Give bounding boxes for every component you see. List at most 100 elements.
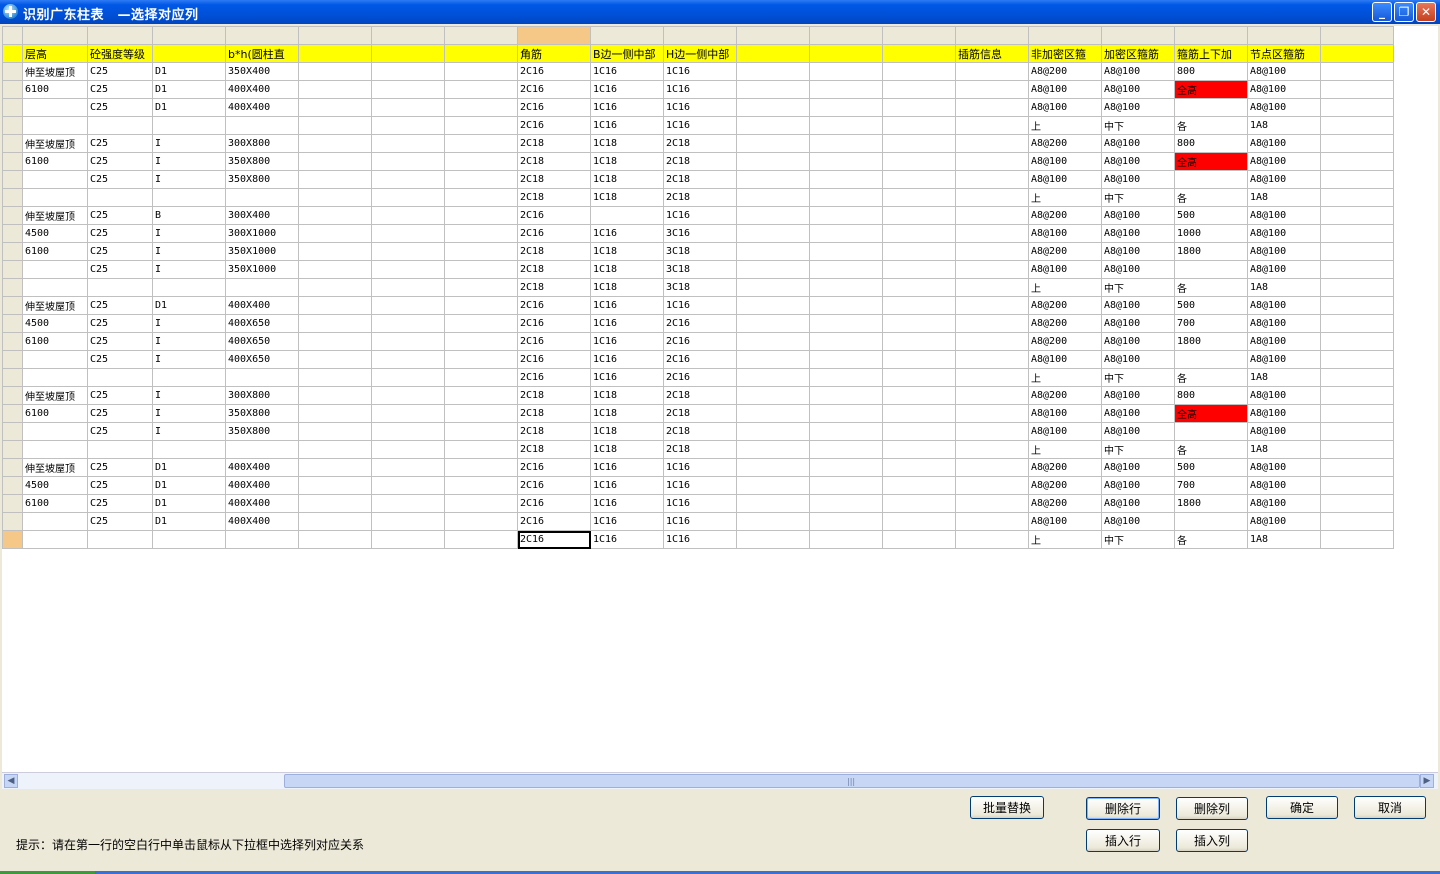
grid-cell[interactable] [444, 494, 518, 513]
grid-cell[interactable] [371, 134, 445, 153]
grid-cell[interactable]: A8@100 [1247, 386, 1321, 405]
grid-cell[interactable]: 1C18 [590, 404, 664, 423]
grid-cell[interactable]: A8@100 [1247, 170, 1321, 189]
mapping-cell[interactable] [663, 26, 737, 45]
grid-cell[interactable] [1320, 440, 1394, 459]
grid-cell[interactable]: A8@200 [1028, 476, 1102, 495]
grid-cell[interactable] [882, 116, 956, 135]
header-cell[interactable]: 箍筋上下加 [1174, 44, 1248, 63]
grid-cell[interactable]: A8@100 [1247, 476, 1321, 495]
grid-cell[interactable]: 1800 [1174, 494, 1248, 513]
grid-cell[interactable]: A8@100 [1247, 332, 1321, 351]
grid-cell[interactable]: A8@100 [1247, 152, 1321, 171]
grid-cell[interactable] [1320, 152, 1394, 171]
grid-cell[interactable] [444, 350, 518, 369]
grid-cell[interactable]: A8@100 [1247, 98, 1321, 117]
grid-cell[interactable]: 2C16 [517, 80, 591, 99]
grid-cell[interactable] [882, 458, 956, 477]
grid-cell[interactable]: A8@100 [1101, 98, 1175, 117]
grid-cell[interactable] [371, 386, 445, 405]
grid-cell[interactable] [882, 224, 956, 243]
grid-cell[interactable] [152, 440, 226, 459]
grid-cell[interactable] [882, 188, 956, 207]
grid-cell[interactable] [955, 170, 1029, 189]
grid-cell[interactable]: C25 [87, 206, 153, 225]
grid-cell[interactable]: C25 [87, 134, 153, 153]
grid-cell[interactable]: I [152, 422, 226, 441]
grid-cell[interactable] [882, 440, 956, 459]
grid-cell[interactable]: A8@100 [1028, 80, 1102, 99]
grid-cell[interactable] [736, 530, 810, 549]
grid-cell[interactable]: 中下 [1101, 278, 1175, 297]
grid-cell[interactable] [298, 530, 372, 549]
grid-cell[interactable]: A8@200 [1028, 242, 1102, 261]
grid-cell[interactable] [809, 368, 883, 387]
grid-cell[interactable] [736, 170, 810, 189]
grid-cell[interactable]: A8@100 [1101, 494, 1175, 513]
grid-cell[interactable] [882, 332, 956, 351]
grid-cell[interactable]: 700 [1174, 314, 1248, 333]
grid-cell[interactable] [298, 116, 372, 135]
grid-cell[interactable]: C25 [87, 332, 153, 351]
grid-cell[interactable]: 3C18 [663, 278, 737, 297]
grid-cell[interactable]: 2C18 [517, 188, 591, 207]
grid-cell[interactable] [444, 152, 518, 171]
grid-cell[interactable]: 1C16 [663, 530, 737, 549]
grid-cell[interactable] [371, 404, 445, 423]
grid-cell[interactable]: 1C18 [590, 188, 664, 207]
mapping-cell[interactable] [590, 26, 664, 45]
grid-cell[interactable] [444, 296, 518, 315]
grid-cell[interactable] [152, 530, 226, 549]
grid-cell[interactable]: 1C18 [590, 386, 664, 405]
grid-cell[interactable] [371, 422, 445, 441]
grid-cell[interactable]: A8@100 [1101, 242, 1175, 261]
grid-cell[interactable]: 各 [1174, 278, 1248, 297]
grid-cell[interactable] [955, 242, 1029, 261]
grid-cell[interactable] [955, 512, 1029, 531]
grid-cell[interactable]: 1C16 [590, 332, 664, 351]
grid-cell[interactable] [371, 62, 445, 81]
row-header[interactable] [2, 404, 23, 423]
minimize-button[interactable]: _ [1372, 2, 1392, 22]
row-header[interactable] [2, 242, 23, 261]
grid-cell[interactable] [298, 242, 372, 261]
grid-cell[interactable] [371, 188, 445, 207]
grid-cell[interactable]: A8@100 [1028, 422, 1102, 441]
grid-cell[interactable] [809, 404, 883, 423]
grid-cell[interactable] [371, 332, 445, 351]
grid-cell[interactable] [22, 116, 88, 135]
grid-cell[interactable]: 6100 [22, 152, 88, 171]
header-cell[interactable] [371, 44, 445, 63]
header-cell[interactable] [152, 44, 226, 63]
grid-cell[interactable]: 1C16 [663, 116, 737, 135]
grid-cell[interactable] [809, 188, 883, 207]
grid-cell[interactable] [736, 512, 810, 531]
grid-cell[interactable]: 1A8 [1247, 440, 1321, 459]
grid-cell[interactable] [22, 368, 88, 387]
grid-cell[interactable] [955, 188, 1029, 207]
grid-cell[interactable]: 上 [1028, 368, 1102, 387]
column-mapping-grid[interactable]: 层高 砼强度等级 b*h(圆柱直 角筋 B边一侧中部 H边一侧中部 插筋信息 非加密区箍 加密区… [2, 26, 1438, 772]
grid-cell[interactable]: A8@200 [1028, 134, 1102, 153]
grid-cell[interactable] [371, 98, 445, 117]
grid-cell[interactable]: 1A8 [1247, 368, 1321, 387]
grid-cell[interactable]: 400X650 [225, 332, 299, 351]
grid-cell[interactable]: 伸至坡屋顶 [22, 62, 88, 81]
grid-cell[interactable] [809, 386, 883, 405]
row-header[interactable] [2, 224, 23, 243]
grid-cell[interactable] [736, 62, 810, 81]
grid-cell[interactable]: D1 [152, 458, 226, 477]
grid-cell[interactable]: 2C16 [663, 350, 737, 369]
grid-cell[interactable]: 1C16 [590, 368, 664, 387]
grid-cell[interactable]: 400X400 [225, 296, 299, 315]
grid-cell[interactable] [444, 170, 518, 189]
grid-cell[interactable]: 中下 [1101, 116, 1175, 135]
grid-cell[interactable] [152, 188, 226, 207]
grid-cell[interactable]: I [152, 152, 226, 171]
grid-cell[interactable] [736, 278, 810, 297]
grid-cell[interactable]: A8@100 [1247, 458, 1321, 477]
grid-cell[interactable] [809, 134, 883, 153]
grid-cell[interactable] [371, 440, 445, 459]
grid-cell[interactable] [955, 224, 1029, 243]
grid-cell[interactable] [809, 224, 883, 243]
